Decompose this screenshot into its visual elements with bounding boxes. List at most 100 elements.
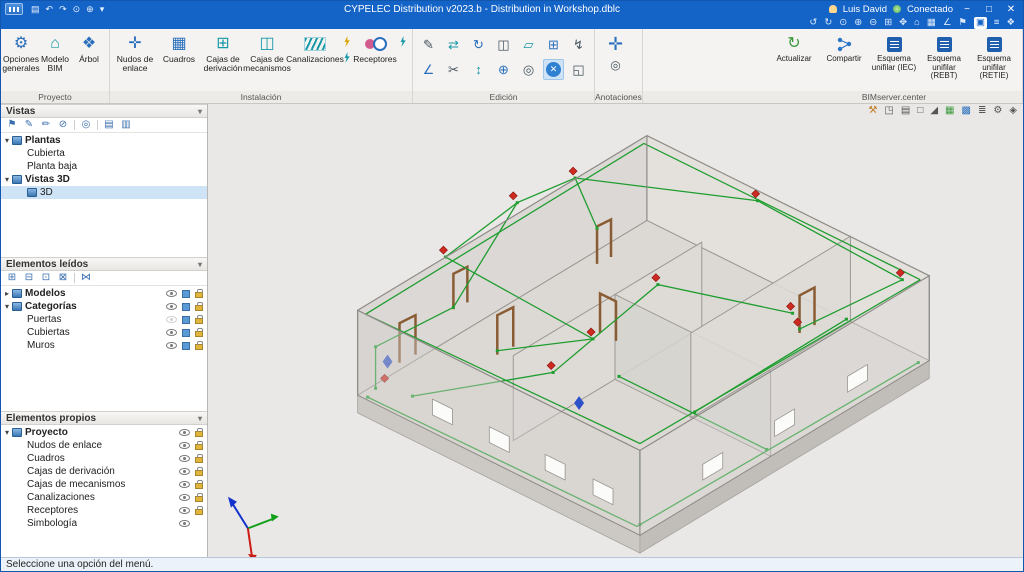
nudos-de-enlace-button[interactable]: ✛ Nudos de enlace — [113, 32, 157, 74]
compartir-button[interactable]: Compartir — [819, 32, 869, 65]
link-icon[interactable]: ⋈ — [80, 271, 92, 285]
grid-icon[interactable]: ▦ — [945, 105, 954, 117]
esquema-iec-button[interactable]: Esquema unifilar (IEC) — [869, 32, 919, 73]
solid-view-icon[interactable] — [182, 342, 190, 350]
move-icon[interactable]: ▱ — [518, 34, 539, 55]
canalizaciones-assign-icon[interactable] — [343, 52, 351, 63]
lock-icon[interactable] — [195, 496, 203, 502]
lock-icon[interactable] — [195, 331, 203, 337]
tree-item-nudos-de-enlace[interactable]: Nudos de enlace — [1, 439, 207, 452]
esquema-rebt-button[interactable]: Esquema unifilar (REBT) — [919, 32, 969, 82]
visibility-icon[interactable] — [179, 520, 190, 527]
render-icon[interactable]: ◈ — [1009, 105, 1017, 117]
reference-icon[interactable]: ◎ — [518, 59, 539, 80]
copy-icon[interactable]: ◫ — [493, 34, 514, 55]
solid-view-icon[interactable] — [182, 290, 190, 298]
array-icon[interactable]: ⊞ — [543, 34, 564, 55]
menu-chevron-icon[interactable]: ▾ — [100, 3, 105, 15]
visibility-icon[interactable] — [166, 303, 177, 310]
visibility-icon[interactable] — [179, 429, 190, 436]
app-menu-button[interactable] — [5, 3, 23, 15]
lock-icon[interactable] — [195, 483, 203, 489]
expand-icon[interactable] — [5, 427, 9, 438]
flag-icon[interactable]: ⚑ — [6, 118, 18, 132]
3d-model-canvas[interactable] — [208, 104, 1023, 557]
annotate-move-icon[interactable]: ✛ — [608, 34, 623, 55]
lock-icon[interactable] — [195, 305, 203, 311]
tree-item-proyecto[interactable]: Proyecto — [1, 426, 207, 439]
collapse-all-icon[interactable]: ⊟ — [23, 271, 35, 285]
close-button[interactable]: ✕ — [1003, 3, 1019, 16]
tree-item-plantas[interactable]: Plantas — [1, 134, 207, 147]
tree-item-simbologia[interactable]: Simbología — [1, 517, 207, 530]
visibility-icon[interactable] — [179, 468, 190, 475]
lock-icon[interactable] — [195, 457, 203, 463]
angle-icon[interactable]: ∠ — [418, 59, 439, 80]
tree-item-cuadros[interactable]: Cuadros — [1, 452, 207, 465]
visibility-icon[interactable] — [179, 455, 190, 462]
edit-icon[interactable]: ✎ — [418, 34, 439, 55]
mirror-icon[interactable]: ⇄ — [443, 34, 464, 55]
canalizaciones-button[interactable]: Canalizaciones — [289, 32, 341, 65]
expand-icon[interactable] — [5, 135, 9, 146]
insert-icon[interactable]: ⊕ — [493, 59, 514, 80]
pan-icon[interactable]: ✥ — [899, 17, 907, 29]
comments-icon[interactable]: ▣ — [974, 17, 987, 29]
actualizar-button[interactable]: ↻ Actualizar — [769, 32, 819, 65]
visibility-icon[interactable] — [179, 507, 190, 514]
tree-item-modelos[interactable]: Modelos — [1, 287, 207, 300]
orbit-right-icon[interactable]: ↻ — [824, 17, 832, 29]
visibility-icon[interactable] — [179, 494, 190, 501]
visibility-icon[interactable] — [179, 442, 190, 449]
canalizaciones-edit-icon[interactable] — [343, 36, 351, 47]
trim-icon[interactable]: ✂ — [443, 59, 464, 80]
visibility-icon[interactable] — [166, 290, 177, 297]
zoom-icon[interactable]: ⊙ — [73, 3, 81, 15]
visibility-icon[interactable] — [166, 329, 177, 336]
zoom-extents-icon[interactable]: ⊕ — [854, 17, 862, 29]
lock-icon[interactable] — [195, 431, 203, 437]
measure-icon[interactable]: ∠ — [943, 17, 952, 29]
user-name[interactable]: Luis David — [843, 4, 887, 15]
expand-icon[interactable] — [5, 288, 9, 299]
tree-item-cubiertas[interactable]: Cubiertas — [1, 326, 207, 339]
visibility-icon[interactable] — [166, 316, 177, 323]
tree-item-categorias[interactable]: Categorías — [1, 300, 207, 313]
stretch-icon[interactable]: ↕ — [468, 59, 489, 80]
pin-icon[interactable]: ❖ — [1006, 17, 1015, 29]
collapse-panel-icon[interactable] — [198, 106, 202, 117]
redo-icon[interactable]: ↷ — [59, 3, 67, 15]
collapse-panel-icon[interactable] — [198, 259, 202, 270]
modelo-bim-button[interactable]: ⌂ Modelo BIM — [38, 32, 72, 74]
undo-icon[interactable]: ↶ — [46, 3, 54, 15]
section-box-icon[interactable]: ◳ — [884, 105, 893, 117]
search-view-icon[interactable]: ◎ — [80, 118, 92, 132]
lock-icon[interactable] — [195, 470, 203, 476]
esquema-retie-button[interactable]: Esquema unifilar (RETIE) — [969, 32, 1019, 82]
views-icon[interactable]: ▦ — [927, 17, 936, 29]
opciones-generales-button[interactable]: ⚙ Opciones generales — [4, 32, 38, 74]
tree-item-receptores[interactable]: Receptores — [1, 504, 207, 517]
arbol-button[interactable]: ❖ Árbol — [72, 32, 106, 65]
panel-header-elementos-propios[interactable]: Elementos propios — [1, 411, 207, 425]
lock-icon[interactable] — [195, 318, 203, 324]
duplicate-view-icon[interactable]: ▤ — [103, 118, 115, 132]
receptores-button[interactable]: Receptores — [353, 32, 397, 65]
lock-icon[interactable] — [195, 509, 203, 515]
tree-item-cubierta[interactable]: Cubierta — [1, 147, 207, 160]
panel-header-elementos-leidos[interactable]: Elementos leídos — [1, 257, 207, 271]
panel-header-vistas[interactable]: Vistas — [1, 104, 207, 118]
new-view-icon[interactable]: ✏ — [40, 118, 52, 132]
shadows-icon[interactable]: ◢ — [930, 105, 938, 117]
collapse-panel-icon[interactable] — [198, 413, 202, 424]
cuadros-button[interactable]: ▦ Cuadros — [157, 32, 201, 65]
white-mode-icon[interactable]: □ — [917, 105, 923, 117]
annotate-zoom-icon[interactable]: ◎ — [610, 58, 620, 72]
delete-view-icon[interactable]: ⊘ — [57, 118, 69, 132]
tree-item-muros[interactable]: Muros — [1, 339, 207, 352]
zoom-extents-icon[interactable]: ⊕ — [86, 3, 94, 15]
print-icon[interactable]: ▤ — [901, 105, 910, 117]
print-view-icon[interactable]: ▥ — [120, 118, 132, 132]
tree-item-canalizaciones[interactable]: Canalizaciones — [1, 491, 207, 504]
maximize-button[interactable]: □ — [981, 3, 997, 16]
